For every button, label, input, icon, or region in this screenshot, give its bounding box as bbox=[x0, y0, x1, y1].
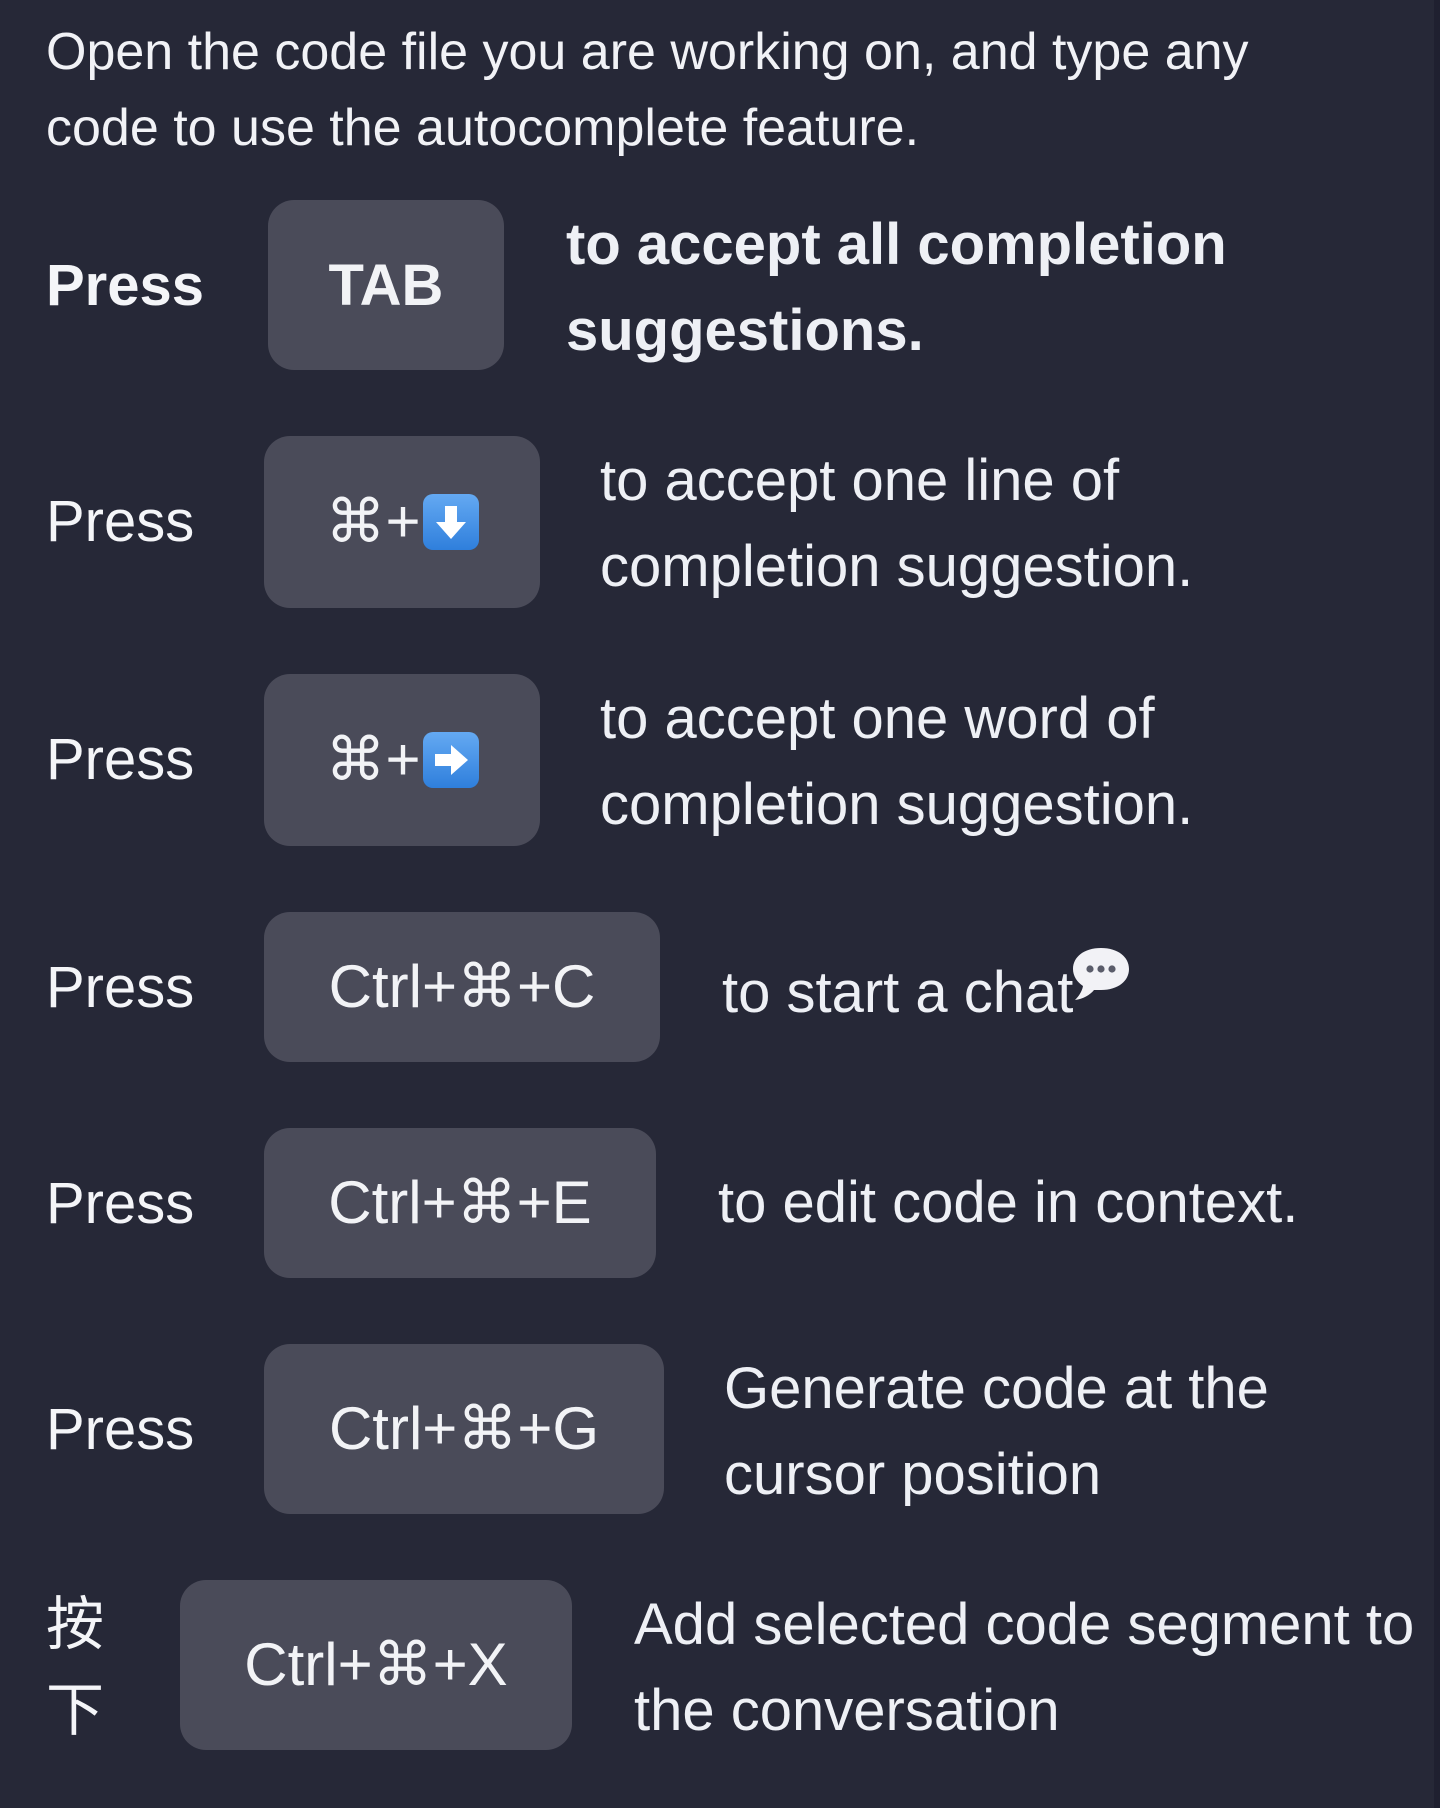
down-arrow-icon bbox=[422, 494, 479, 550]
key-prefix: ⌘+ bbox=[325, 726, 421, 793]
key-ctrl-cmd-g: Ctrl+⌘+G bbox=[264, 1344, 664, 1514]
press-label-cn: 按下 bbox=[46, 1592, 105, 1743]
key-ctrl-cmd-x: Ctrl+⌘+X bbox=[180, 1580, 572, 1750]
shortcut-description: to accept all completion suggestions. bbox=[566, 212, 1227, 363]
key-ctrl-cmd-c: Ctrl+⌘+C bbox=[264, 912, 660, 1062]
shortcut-description: to accept one word of completion suggest… bbox=[600, 686, 1194, 837]
shortcut-description: to start a chat bbox=[722, 960, 1074, 1025]
press-label: Press bbox=[46, 489, 195, 554]
key-cmd-right: ⌘+ bbox=[264, 674, 540, 846]
shortcut-description: to accept one line of completion suggest… bbox=[600, 448, 1194, 599]
press-label: Press bbox=[46, 1171, 195, 1236]
press-label: Press bbox=[46, 1397, 195, 1462]
shortcut-help-panel: Open the code file you are working on, a… bbox=[0, 0, 1440, 1808]
key-cmd-down: ⌘+ bbox=[264, 436, 540, 608]
key-tab: TAB bbox=[268, 200, 504, 370]
key-ctrl-cmd-e: Ctrl+⌘+E bbox=[264, 1128, 656, 1278]
press-label: Press bbox=[46, 253, 205, 318]
shortcut-description: Add selected code segment to the convers… bbox=[634, 1592, 1415, 1743]
intro-text: Open the code file you are working on, a… bbox=[46, 23, 1249, 157]
shortcut-description: Generate code at the cursor position bbox=[724, 1356, 1269, 1507]
shortcut-description-row: to start a chat bbox=[722, 942, 1382, 1036]
press-label: Press bbox=[46, 727, 195, 792]
right-arrow-icon bbox=[422, 732, 479, 788]
key-prefix: ⌘+ bbox=[325, 488, 421, 555]
press-label: Press bbox=[46, 955, 195, 1020]
speech-bubble-icon bbox=[1069, 942, 1133, 1028]
shortcut-description: to edit code in context. bbox=[718, 1170, 1299, 1235]
